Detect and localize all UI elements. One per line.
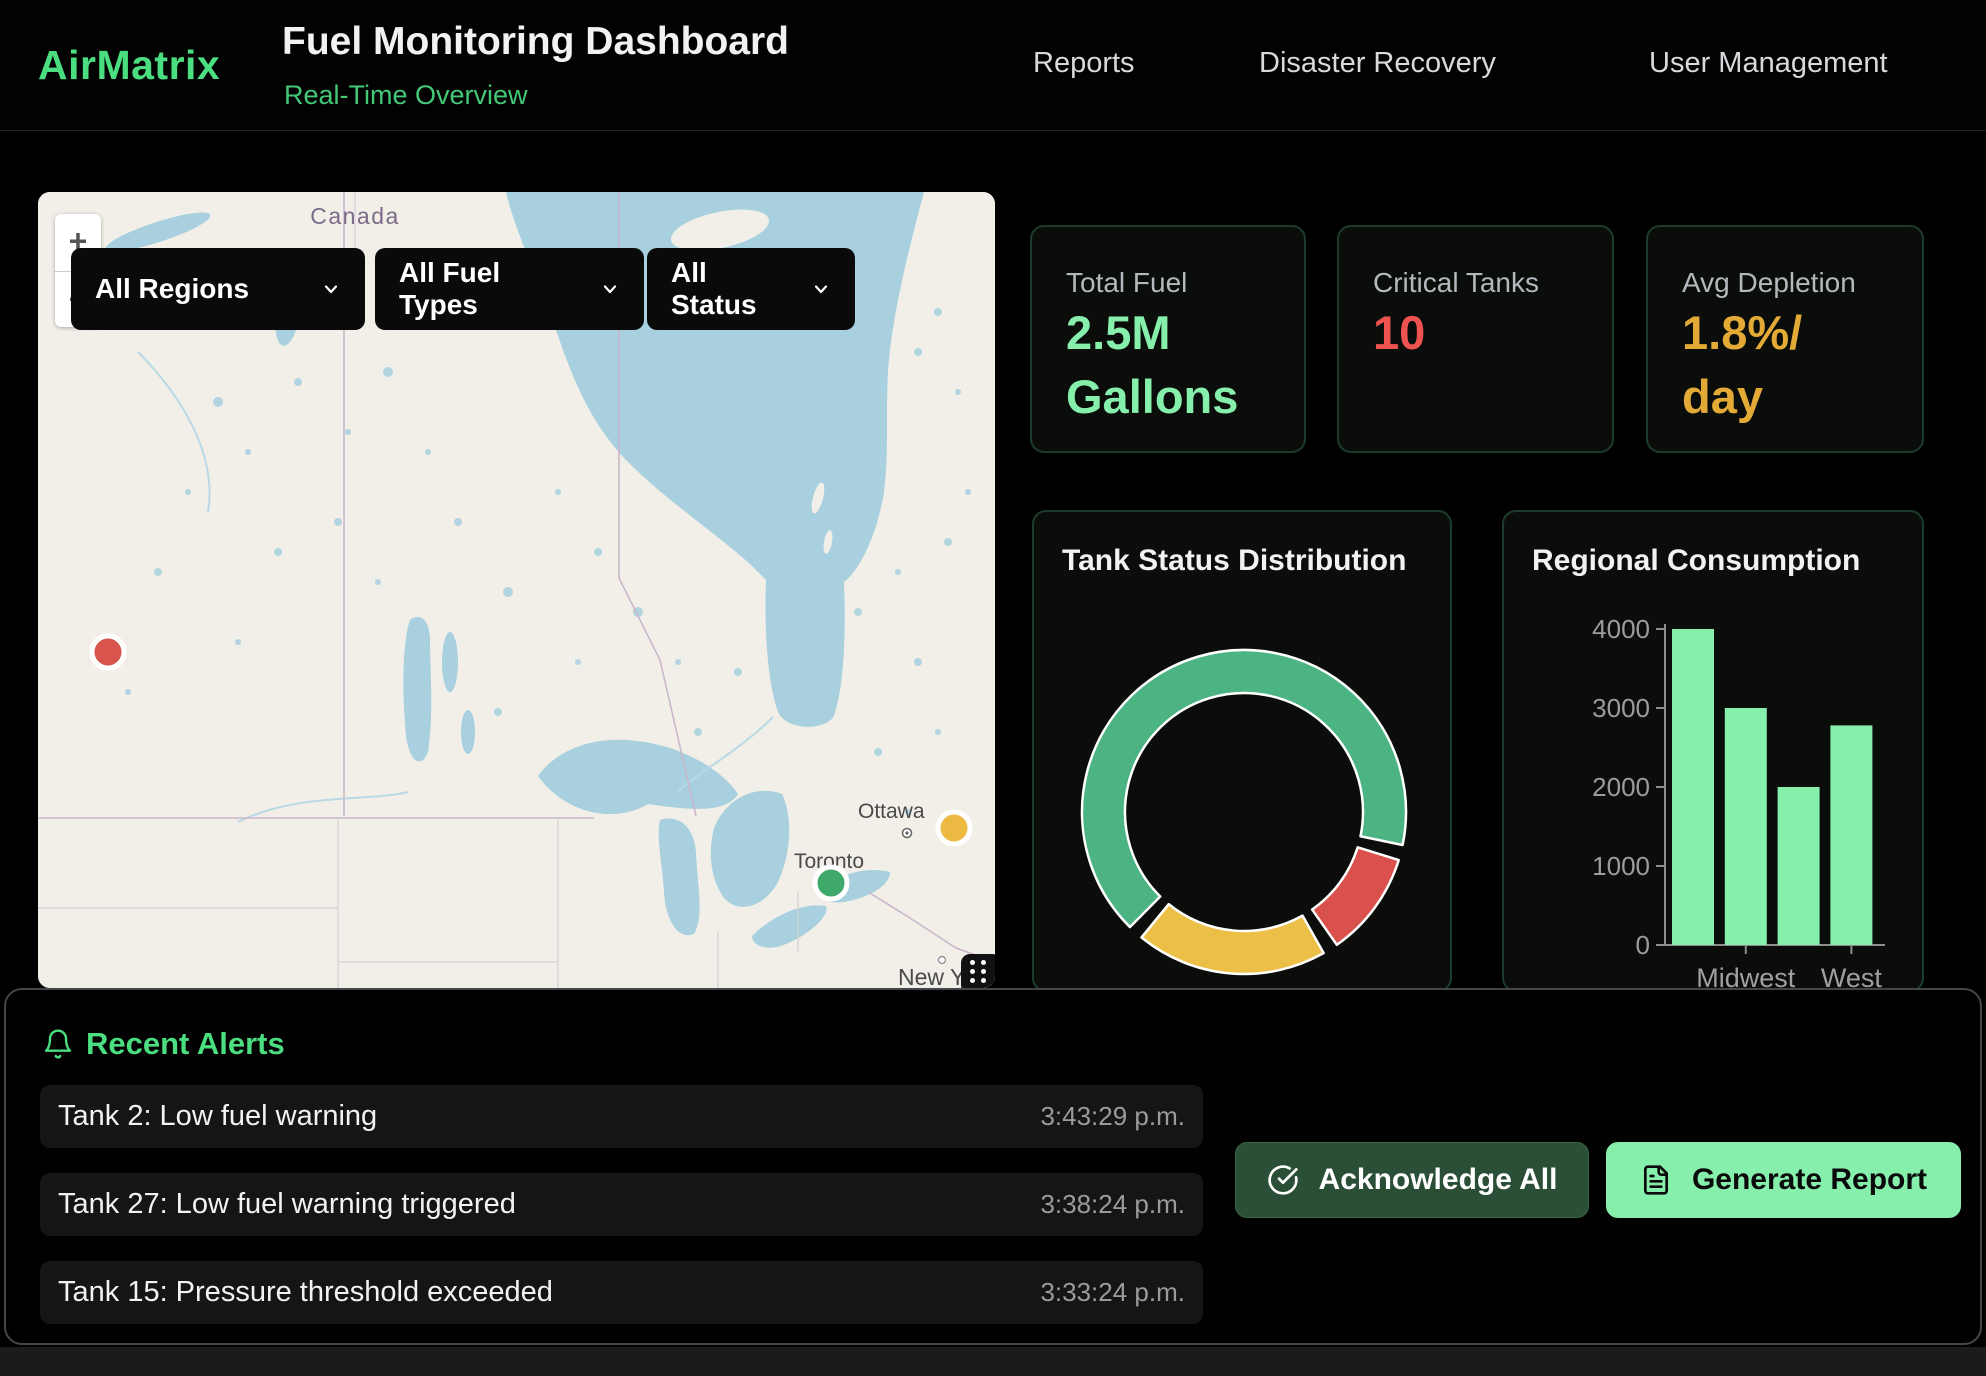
recent-alerts-panel: Recent Alerts Tank 2: Low fuel warning 3… xyxy=(4,988,1982,1345)
nav-item-user-management[interactable]: User Management xyxy=(1649,47,1888,80)
tank-marker-critical[interactable] xyxy=(92,636,124,668)
stat-value-unit: day xyxy=(1682,373,1763,420)
tank-marker-warning[interactable] xyxy=(938,812,970,844)
map-drag-handle[interactable] xyxy=(961,954,995,988)
stat-label: Total Fuel xyxy=(1066,267,1187,299)
alerts-section-title: Recent Alerts xyxy=(86,1026,285,1062)
page-subtitle: Real-Time Overview xyxy=(284,80,528,111)
bell-icon xyxy=(42,1026,74,1062)
generate-report-button[interactable]: Generate Report xyxy=(1606,1142,1961,1218)
header-bar: AirMatrix Fuel Monitoring Dashboard Real… xyxy=(0,0,1986,131)
nav-item-disaster-recovery[interactable]: Disaster Recovery xyxy=(1259,47,1496,80)
acknowledge-all-label: Acknowledge All xyxy=(1319,1163,1558,1197)
fuel-type-filter-value: All Fuel Types xyxy=(399,257,586,321)
y-tick-label: 0 xyxy=(1636,930,1650,960)
nav-item-reports[interactable]: Reports xyxy=(1033,47,1135,80)
file-text-icon xyxy=(1640,1164,1672,1196)
alert-timestamp: 3:38:24 p.m. xyxy=(1040,1189,1185,1220)
y-tick-label: 3000 xyxy=(1592,693,1650,723)
regional-consumption-card: Regional Consumption 01000200030004000Mi… xyxy=(1502,510,1924,992)
alert-row: Tank 27: Low fuel warning triggered 3:38… xyxy=(40,1173,1203,1236)
chevron-down-icon xyxy=(600,279,620,299)
alert-row: Tank 15: Pressure threshold exceeded 3:3… xyxy=(40,1261,1203,1324)
tank-map[interactable]: Canada Ottawa Toronto New York + − All R… xyxy=(38,192,995,988)
donut-segment-warning xyxy=(1142,904,1324,974)
generate-report-label: Generate Report xyxy=(1692,1163,1927,1197)
stat-value: 2.5M xyxy=(1066,309,1171,356)
status-filter-value: All Status xyxy=(671,257,797,321)
stat-value-unit: Gallons xyxy=(1066,373,1238,420)
chevron-down-icon xyxy=(811,279,831,299)
alert-text: Tank 27: Low fuel warning triggered xyxy=(58,1188,516,1221)
y-tick-label: 4000 xyxy=(1592,614,1650,644)
alert-text: Tank 15: Pressure threshold exceeded xyxy=(58,1276,553,1309)
alert-text: Tank 2: Low fuel warning xyxy=(58,1100,377,1133)
stat-label: Critical Tanks xyxy=(1373,267,1539,299)
tank-status-donut-chart xyxy=(1034,512,1452,992)
alert-timestamp: 3:33:24 p.m. xyxy=(1040,1277,1185,1308)
stat-card-avg-depletion: Avg Depletion 1.8%/ day xyxy=(1646,225,1924,453)
fuel-type-filter-select[interactable]: All Fuel Types xyxy=(375,248,644,330)
dashboard-app: AirMatrix Fuel Monitoring Dashboard Real… xyxy=(0,0,1986,1347)
stat-card-total-fuel: Total Fuel 2.5M Gallons xyxy=(1030,225,1306,453)
bar-region-3 xyxy=(1778,787,1820,945)
tank-status-distribution-card: Tank Status Distribution xyxy=(1032,510,1452,992)
bar-region-1 xyxy=(1672,629,1714,945)
town-dot-center-icon xyxy=(905,831,908,834)
donut-segment-critical xyxy=(1312,847,1399,944)
bar-West xyxy=(1830,725,1872,945)
tank-marker-normal[interactable] xyxy=(815,867,847,899)
stat-label: Avg Depletion xyxy=(1682,267,1856,299)
stat-value: 10 xyxy=(1373,309,1425,356)
stat-value: 1.8%/ xyxy=(1682,309,1802,356)
map-label-ottawa: Ottawa xyxy=(858,800,925,823)
y-tick-label: 2000 xyxy=(1592,772,1650,802)
brand-logo: AirMatrix xyxy=(38,42,220,89)
check-circle-icon xyxy=(1267,1164,1299,1196)
regional-consumption-bar-chart: 01000200030004000MidwestWest xyxy=(1504,512,1924,992)
region-filter-value: All Regions xyxy=(95,273,249,305)
alert-timestamp: 3:43:29 p.m. xyxy=(1040,1101,1185,1132)
bar-Midwest xyxy=(1725,708,1767,945)
acknowledge-all-button[interactable]: Acknowledge All xyxy=(1235,1142,1589,1218)
stat-card-critical-tanks: Critical Tanks 10 xyxy=(1337,225,1614,453)
status-filter-select[interactable]: All Status xyxy=(647,248,855,330)
region-filter-select[interactable]: All Regions xyxy=(71,248,365,330)
page-title: Fuel Monitoring Dashboard xyxy=(282,20,789,64)
alert-row: Tank 2: Low fuel warning 3:43:29 p.m. xyxy=(40,1085,1203,1148)
y-tick-label: 1000 xyxy=(1592,851,1650,881)
town-dot-ny-icon xyxy=(939,957,946,964)
map-label-canada: Canada xyxy=(310,203,400,229)
chevron-down-icon xyxy=(321,279,341,299)
